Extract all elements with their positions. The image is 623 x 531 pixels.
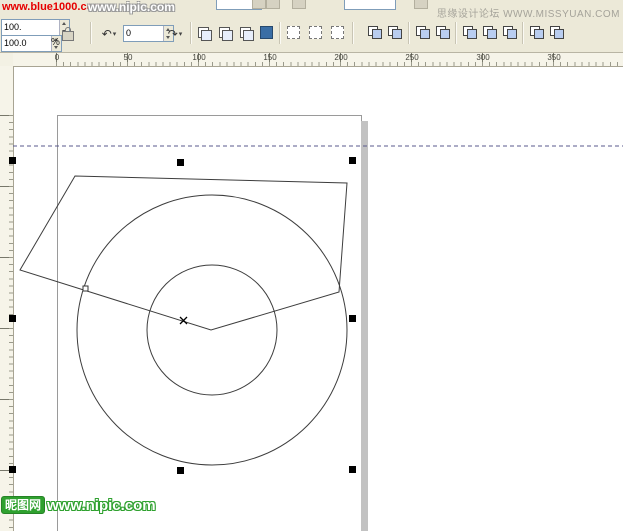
vertical-ruler[interactable]	[0, 66, 14, 531]
scale-horizontal-value: 100.	[4, 22, 22, 32]
toolbar-separator	[408, 22, 410, 44]
order-back-icon[interactable]	[548, 24, 566, 41]
shaping-trim-icon[interactable]	[386, 24, 404, 41]
app-window: 100. 100.0 % ↶ ▾ 0 ↷ ▾	[0, 0, 623, 531]
undo-button[interactable]: ↶ ▾	[96, 23, 122, 44]
toolbar-separator	[352, 22, 354, 44]
group-icon[interactable]	[481, 24, 499, 41]
order-front-icon[interactable]	[528, 24, 546, 41]
ruler-tick-label: 350	[547, 53, 560, 62]
toolbar-separator	[279, 22, 281, 44]
fill-color-icon[interactable]	[257, 24, 275, 41]
undo-icon: ↶	[102, 27, 112, 41]
nipic-url: www.nipic.com	[47, 497, 156, 514]
toolbar-separator	[455, 22, 457, 44]
shaping-simplify-icon[interactable]	[434, 24, 452, 41]
ungroup-icon[interactable]	[501, 24, 519, 41]
toolbar-separator	[190, 22, 192, 44]
ruler-tick-label: 200	[334, 53, 347, 62]
ruler-minor-ticks	[56, 62, 623, 66]
scale-vertical-value: 100.0	[4, 38, 27, 48]
watermark-nipic-bottom: 昵图网 www.nipic.com	[1, 496, 156, 514]
ruler-minor-ticks	[9, 115, 13, 531]
chevron-down-icon: ▾	[113, 30, 117, 38]
ruler-tick-label: 250	[405, 53, 418, 62]
lock-ratio-icon[interactable]	[62, 31, 74, 41]
ruler-tick-label: 0	[55, 53, 59, 62]
cropped-dropdown[interactable]	[344, 0, 396, 10]
ruler-tick-label: 100	[192, 53, 205, 62]
cropped-toolbar-icon[interactable]	[414, 0, 428, 9]
scale-horizontal-field[interactable]: 100.	[1, 19, 70, 36]
rotation-angle-value: 0	[126, 28, 131, 38]
redo-icon: ↷	[168, 27, 178, 41]
snap-to-guideline-icon[interactable]	[307, 24, 325, 41]
combine-icon[interactable]	[461, 24, 479, 41]
ruler-tick-label: 50	[124, 53, 133, 62]
redo-button[interactable]: ↷ ▾	[162, 23, 188, 44]
mirror-horizontal-icon[interactable]	[195, 24, 213, 41]
toolbar-separator	[522, 22, 524, 44]
shaping-intersect-icon[interactable]	[414, 24, 432, 41]
watermark-nipic-top: www.nipic.com	[88, 0, 175, 14]
ruler-tick-label: 300	[476, 53, 489, 62]
watermark-missyuan: 思缘设计论坛 WWW.MISSYUAN.COM	[437, 5, 620, 20]
chevron-down-icon: ▾	[179, 30, 183, 38]
toolbar-separator	[90, 22, 92, 44]
ruler-tick-label: 150	[263, 53, 276, 62]
horizontal-ruler[interactable]: 0 50 100 150 200 250 300 350	[13, 52, 623, 67]
object-position-icon[interactable]	[237, 24, 255, 41]
percent-label: %	[51, 37, 60, 48]
snap-to-grid-icon[interactable]	[329, 24, 347, 41]
cropped-toolbar-icon[interactable]	[292, 0, 306, 9]
mirror-vertical-icon[interactable]	[216, 24, 234, 41]
ruler-corner[interactable]	[0, 52, 14, 67]
cropped-toolbar-icon[interactable]	[252, 0, 266, 9]
drawing-page[interactable]	[57, 115, 362, 531]
page-shadow	[361, 121, 368, 531]
cropped-toolbar-icon[interactable]	[266, 0, 280, 9]
nipic-badge: 昵图网	[1, 496, 45, 514]
guideline-style-icon[interactable]	[285, 24, 303, 41]
shaping-weld-icon[interactable]	[366, 24, 384, 41]
